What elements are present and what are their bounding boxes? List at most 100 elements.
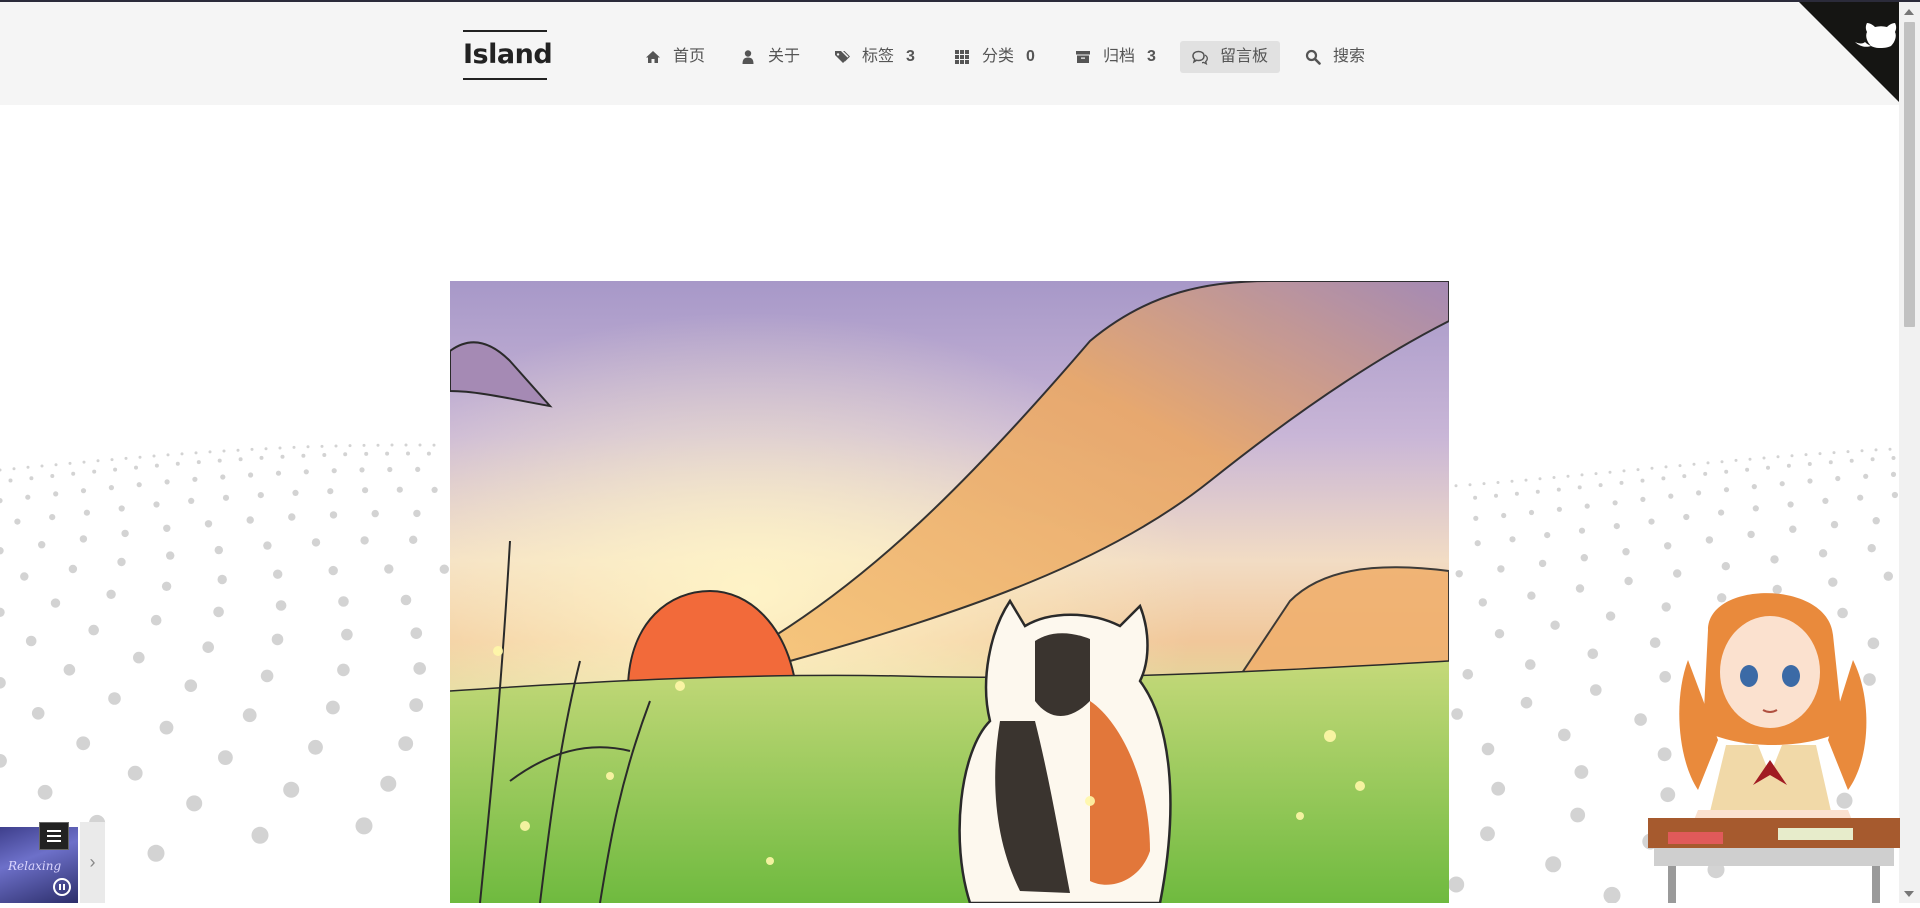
particle-dot [20, 572, 29, 581]
archive-icon [1076, 51, 1090, 63]
nav-label-search: 搜索 [1333, 48, 1366, 65]
nav-label-archives: 归档 [1103, 48, 1136, 65]
particle-dot [1451, 708, 1463, 720]
page-scrollbar[interactable] [1899, 2, 1920, 903]
particle-dot [1524, 478, 1528, 482]
particle-dot [1832, 451, 1836, 455]
nav-item-categories[interactable]: 分类 0 [950, 41, 1039, 73]
particle-dot [106, 589, 116, 599]
particle-dot [1664, 542, 1672, 550]
live2d-mascot[interactable] [1648, 560, 1900, 903]
particle-dot [264, 447, 268, 451]
nav-item-archives[interactable]: 归档 3 [1071, 41, 1160, 73]
nav-item-home[interactable]: 首页 [641, 41, 709, 73]
particle-dot [175, 461, 180, 466]
particle-dot [1790, 454, 1794, 458]
particle-dot [1678, 464, 1682, 468]
particle-dot [1724, 469, 1729, 474]
particle-dot [31, 707, 45, 720]
nav-item-about[interactable]: 关于 [736, 41, 804, 73]
particle-dot [322, 453, 327, 457]
particle-dot [71, 471, 76, 476]
particle-dot [1577, 485, 1582, 490]
particle-dot [250, 447, 254, 451]
particle-dot [1776, 455, 1780, 459]
particle-dot [1734, 458, 1738, 462]
particle-dot [204, 520, 213, 528]
particle-dot [166, 551, 175, 560]
particle-dot [292, 489, 299, 496]
particle-dot [275, 470, 282, 476]
particle-dot [271, 633, 284, 646]
particle-dot [1509, 536, 1516, 543]
particle-dot [1570, 807, 1586, 823]
particle-dot [1828, 460, 1833, 465]
particle-dot [1822, 497, 1829, 504]
main-nav: 首页 关于 标签 3 分类 0 归档 3 留言板 搜索 [0, 41, 1899, 73]
particle-dot [1661, 476, 1666, 481]
particle-dot [283, 781, 300, 798]
particle-dot [8, 478, 13, 483]
player-toggle-chevron-icon[interactable]: › [80, 822, 105, 903]
particle-dot [88, 624, 99, 636]
particle-dot [217, 458, 222, 463]
particle-dot [186, 795, 203, 812]
playlist-menu-icon[interactable] [39, 822, 69, 850]
particle-dot [208, 450, 212, 454]
particle-dot [1462, 669, 1474, 680]
particle-dot [49, 514, 56, 521]
particle-dot [38, 541, 46, 549]
particle-dot [184, 679, 198, 692]
particle-dot [1752, 505, 1759, 512]
particle-dot [1682, 474, 1687, 479]
scroll-down-arrow[interactable] [1904, 891, 1914, 897]
nav-item-search[interactable]: 搜索 [1301, 41, 1369, 73]
particle-dot [1527, 591, 1536, 600]
particle-dot [1860, 449, 1864, 453]
particle-dot [83, 509, 90, 516]
particle-dot [327, 488, 334, 495]
particle-dot [1580, 473, 1584, 477]
particle-dot [40, 464, 44, 468]
scrollbar-thumb[interactable] [1904, 22, 1915, 327]
particle-dot [251, 826, 269, 844]
nav-item-guestbook[interactable]: 留言板 [1180, 41, 1281, 73]
particle-dot [25, 635, 37, 647]
particle-dot [359, 467, 365, 473]
particle-dot [384, 564, 394, 574]
particle-dot [1696, 490, 1702, 496]
particle-dot [362, 443, 366, 447]
particle-dot [1558, 728, 1571, 742]
particle-dot [117, 557, 126, 567]
github-corner[interactable] [1799, 2, 1899, 102]
particle-dot [0, 547, 4, 555]
particle-dot [0, 754, 7, 768]
particle-dot [1575, 584, 1585, 593]
particle-dot [348, 444, 352, 448]
particle-dot [1608, 470, 1612, 474]
nav-item-tags[interactable]: 标签 3 [830, 41, 919, 73]
pause-icon[interactable] [53, 878, 71, 896]
particle-dot [238, 457, 243, 462]
nav-label-home: 首页 [673, 48, 706, 65]
particle-dot [1481, 742, 1495, 756]
particle-dot [1497, 565, 1505, 573]
particle-dot [1804, 453, 1808, 457]
particle-dot [220, 474, 226, 480]
particle-dot [246, 516, 254, 524]
particle-dot [1478, 598, 1488, 607]
site-header: Island 首页 关于 标签 3 分类 0 归档 3 留言板 搜索 [0, 2, 1899, 105]
user-icon [742, 50, 754, 64]
particle-dot [1640, 478, 1645, 483]
particle-dot [426, 451, 431, 456]
particle-dot [439, 564, 449, 574]
particle-dot [273, 569, 283, 579]
particle-dot [355, 817, 373, 835]
particle-dot [12, 467, 16, 471]
particle-dot [1473, 515, 1479, 521]
particle-dot [37, 784, 53, 800]
particle-dot [1455, 570, 1463, 578]
scroll-up-arrow[interactable] [1904, 9, 1914, 15]
particle-dot [50, 598, 61, 608]
particle-dot [364, 451, 369, 456]
